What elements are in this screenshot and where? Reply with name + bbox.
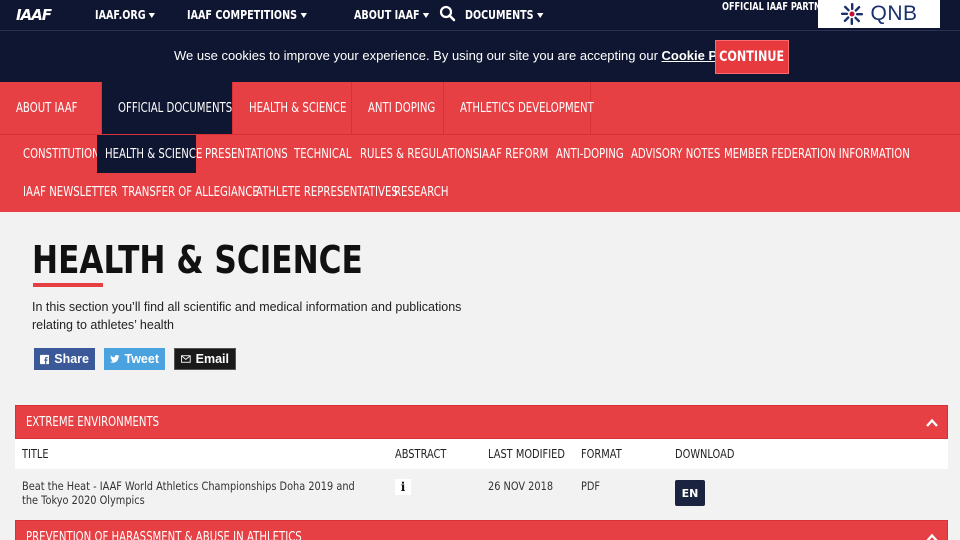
document-title: Beat the Heat - IAAF World Athletics Cha…	[22, 479, 355, 507]
nav-about-iaaf[interactable]: ABOUT IAAF	[0, 82, 102, 134]
partner-label: OFFICIAL IAAF PARTNER	[722, 1, 833, 13]
document-modified: 26 NOV 2018	[488, 479, 554, 493]
chevron-down-icon	[148, 12, 156, 18]
cookie-banner: We use cookies to improve your experienc…	[0, 30, 960, 82]
subnav-iaaf-reform[interactable]: IAAF REFORM	[479, 135, 568, 173]
topnav-documents[interactable]: DOCUMENTS	[465, 8, 544, 22]
col-last-modified: LAST MODIFIED	[488, 447, 565, 461]
accordion-prevention-of-harassment[interactable]: PREVENTION OF HARASSMENT & ABUSE IN ATHL…	[15, 520, 948, 540]
nav-official-documents[interactable]: OFFICIAL DOCUMENTS	[102, 82, 233, 134]
nav-athletics-development[interactable]: ATHLETICS DEVELOPMENT	[444, 82, 594, 134]
share-email-button[interactable]: Email	[174, 348, 236, 370]
subnav-member-federation-information[interactable]: MEMBER FEDERATION INFORMATION	[724, 135, 960, 173]
subnav-research[interactable]: RESEARCH	[394, 173, 464, 211]
col-download: DOWNLOAD	[675, 447, 735, 461]
share-twitter-button[interactable]: Tweet	[104, 348, 165, 370]
accordion-extreme-environments[interactable]: EXTREME ENVIRONMENTS	[15, 405, 948, 439]
col-format: FORMAT	[581, 447, 622, 461]
title-underline	[33, 283, 103, 287]
topnav-competitions[interactable]: IAAF COMPETITIONS	[187, 8, 307, 22]
table-row: Beat the Heat - IAAF World Athletics Cha…	[15, 469, 948, 519]
nav-health-science[interactable]: HEALTH & SCIENCE	[233, 82, 352, 134]
accordion-title: EXTREME ENVIRONMENTS	[26, 415, 160, 430]
document-format: PDF	[581, 479, 601, 493]
qnb-logo-icon	[841, 3, 864, 25]
page-intro: In this section you’ll find all scientif…	[32, 300, 462, 332]
top-bar: IAAF IAAF.ORG IAAF COMPETITIONS ABOUT IA…	[0, 0, 960, 30]
chevron-up-icon[interactable]	[925, 416, 939, 430]
subnav-health-science[interactable]: HEALTH & SCIENCE	[97, 135, 202, 173]
partner-name: QNB	[870, 2, 918, 25]
info-icon[interactable]: i	[395, 479, 411, 495]
chevron-down-icon	[300, 12, 307, 18]
download-en-button[interactable]: EN	[675, 480, 705, 506]
chevron-up-icon[interactable]	[925, 531, 939, 540]
envelope-icon	[181, 355, 191, 363]
chevron-down-icon	[422, 12, 430, 18]
share-facebook-button[interactable]: Share	[34, 348, 95, 370]
table-header: TITLE ABSTRACT LAST MODIFIED FORMAT DOWN…	[15, 439, 948, 469]
topnav-iaaf-org[interactable]: IAAF.ORG	[95, 8, 156, 22]
page-title: HEALTH & SCIENCE	[32, 238, 363, 282]
twitter-icon	[110, 355, 120, 363]
subnav-anti-doping[interactable]: ANTI-DOPING	[556, 135, 643, 173]
primary-nav: ABOUT IAAF OFFICIAL DOCUMENTS HEALTH & S…	[0, 82, 960, 134]
subnav-technical[interactable]: TECHNICAL	[294, 135, 368, 173]
cookie-message: We use cookies to improve your experienc…	[174, 48, 747, 63]
chevron-down-icon	[536, 12, 544, 18]
continue-button[interactable]: CONTINUE	[715, 40, 789, 74]
partner-logo[interactable]: QNB	[818, 0, 940, 28]
iaaf-logo[interactable]: IAAF	[16, 6, 52, 24]
col-abstract: ABSTRACT	[395, 447, 447, 461]
topnav-about[interactable]: ABOUT IAAF	[354, 8, 430, 22]
search-icon[interactable]	[439, 5, 456, 22]
top-nav: IAAF.ORG IAAF COMPETITIONS ABOUT IAAF DO…	[95, 0, 580, 30]
accordion-title: PREVENTION OF HARASSMENT & ABUSE IN ATHL…	[26, 530, 302, 540]
nav-anti-doping[interactable]: ANTI DOPING	[352, 82, 444, 134]
secondary-nav: CONSTITUTION HEALTH & SCIENCE PRESENTATI…	[0, 134, 960, 212]
facebook-icon	[40, 354, 50, 364]
col-title: TITLE	[22, 447, 49, 461]
